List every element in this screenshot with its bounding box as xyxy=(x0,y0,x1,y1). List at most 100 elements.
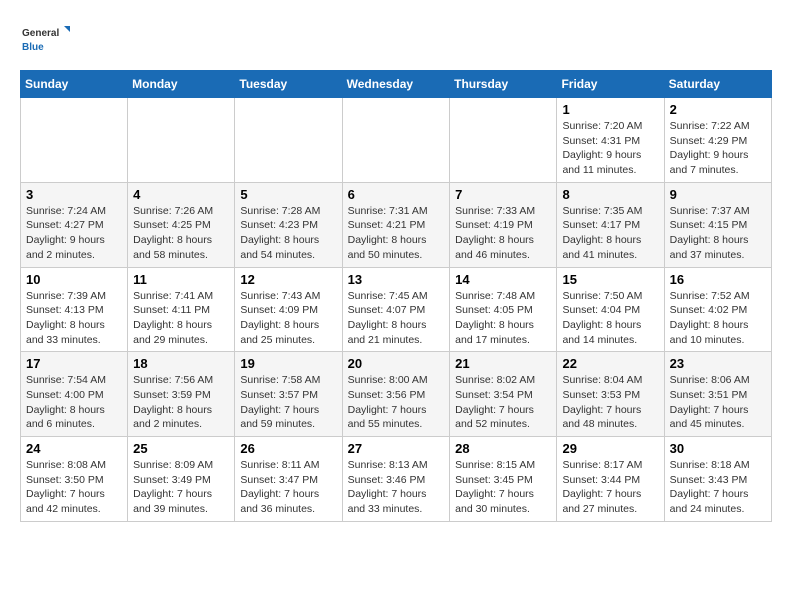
calendar-cell: 8Sunrise: 7:35 AM Sunset: 4:17 PM Daylig… xyxy=(557,182,664,267)
day-number: 28 xyxy=(455,441,551,456)
day-info: Sunrise: 7:33 AM Sunset: 4:19 PM Dayligh… xyxy=(455,204,551,263)
day-number: 12 xyxy=(240,272,336,287)
day-number: 6 xyxy=(348,187,445,202)
day-info: Sunrise: 7:28 AM Sunset: 4:23 PM Dayligh… xyxy=(240,204,336,263)
day-number: 5 xyxy=(240,187,336,202)
day-number: 14 xyxy=(455,272,551,287)
calendar-cell: 15 Sunrise: 7:50 AM Sunset: 4:04 PM Dayli… xyxy=(557,267,664,352)
calendar-week-row: 24 Sunrise: 8:08 AM Sunset: 3:50 PM Dayli… xyxy=(21,437,772,522)
calendar-cell: 18Sunrise: 7:56 AM Sunset: 3:59 PM Dayli… xyxy=(128,352,235,437)
calendar-cell: 9 Sunrise: 7:37 AM Sunset: 4:15 PM Daylig… xyxy=(664,182,771,267)
day-number: 22 xyxy=(562,356,658,371)
day-number: 17 xyxy=(26,356,122,371)
day-number: 20 xyxy=(348,356,445,371)
calendar-cell: 16Sunrise: 7:52 AM Sunset: 4:02 PM Dayli… xyxy=(664,267,771,352)
weekday-header: Sunday xyxy=(21,71,128,98)
weekday-header: Wednesday xyxy=(342,71,450,98)
day-info: Sunrise: 8:13 AM Sunset: 3:46 PM Dayligh… xyxy=(348,458,445,517)
day-number: 24 xyxy=(26,441,122,456)
weekday-header: Thursday xyxy=(450,71,557,98)
calendar-cell: 20 Sunrise: 8:00 AM Sunset: 3:56 PM Dayli… xyxy=(342,352,450,437)
day-number: 8 xyxy=(562,187,658,202)
weekday-header: Monday xyxy=(128,71,235,98)
calendar-cell: 22 Sunrise: 8:04 AM Sunset: 3:53 PM Dayli… xyxy=(557,352,664,437)
day-number: 2 xyxy=(670,102,766,117)
day-number: 27 xyxy=(348,441,445,456)
svg-text:Blue: Blue xyxy=(22,42,44,53)
day-number: 19 xyxy=(240,356,336,371)
calendar-cell: 17 Sunrise: 7:54 AM Sunset: 4:00 PM Dayli… xyxy=(21,352,128,437)
calendar-week-row: 17 Sunrise: 7:54 AM Sunset: 4:00 PM Dayli… xyxy=(21,352,772,437)
day-info: Sunrise: 7:48 AM Sunset: 4:05 PM Dayligh… xyxy=(455,289,551,348)
calendar-cell: 6 Sunrise: 7:31 AM Sunset: 4:21 PM Daylig… xyxy=(342,182,450,267)
day-number: 13 xyxy=(348,272,445,287)
logo: General Blue xyxy=(20,20,70,60)
calendar-cell: 23Sunrise: 8:06 AM Sunset: 3:51 PM Dayli… xyxy=(664,352,771,437)
weekday-header: Saturday xyxy=(664,71,771,98)
calendar-cell xyxy=(128,98,235,183)
svg-text:General: General xyxy=(22,28,59,39)
day-info: Sunrise: 7:41 AM Sunset: 4:11 PM Dayligh… xyxy=(133,289,229,348)
day-info: Sunrise: 7:54 AM Sunset: 4:00 PM Dayligh… xyxy=(26,373,122,432)
day-number: 7 xyxy=(455,187,551,202)
calendar-cell: 4Sunrise: 7:26 AM Sunset: 4:25 PM Daylig… xyxy=(128,182,235,267)
calendar-cell: 3Sunrise: 7:24 AM Sunset: 4:27 PM Daylig… xyxy=(21,182,128,267)
day-info: Sunrise: 8:09 AM Sunset: 3:49 PM Dayligh… xyxy=(133,458,229,517)
calendar-cell: 28 Sunrise: 8:15 AM Sunset: 3:45 PM Dayli… xyxy=(450,437,557,522)
day-number: 9 xyxy=(670,187,766,202)
calendar-cell: 11 Sunrise: 7:41 AM Sunset: 4:11 PM Dayli… xyxy=(128,267,235,352)
calendar-cell: 1Sunrise: 7:20 AM Sunset: 4:31 PM Daylig… xyxy=(557,98,664,183)
day-info: Sunrise: 8:15 AM Sunset: 3:45 PM Dayligh… xyxy=(455,458,551,517)
calendar-cell xyxy=(21,98,128,183)
day-number: 3 xyxy=(26,187,122,202)
calendar-cell: 5 Sunrise: 7:28 AM Sunset: 4:23 PM Daylig… xyxy=(235,182,342,267)
calendar-cell: 27 Sunrise: 8:13 AM Sunset: 3:46 PM Dayli… xyxy=(342,437,450,522)
calendar-week-row: 3Sunrise: 7:24 AM Sunset: 4:27 PM Daylig… xyxy=(21,182,772,267)
calendar-cell: 21 Sunrise: 8:02 AM Sunset: 3:54 PM Dayli… xyxy=(450,352,557,437)
calendar-cell xyxy=(342,98,450,183)
day-info: Sunrise: 7:43 AM Sunset: 4:09 PM Dayligh… xyxy=(240,289,336,348)
day-number: 26 xyxy=(240,441,336,456)
day-info: Sunrise: 7:58 AM Sunset: 3:57 PM Dayligh… xyxy=(240,373,336,432)
day-info: Sunrise: 8:17 AM Sunset: 3:44 PM Dayligh… xyxy=(562,458,658,517)
day-number: 18 xyxy=(133,356,229,371)
day-number: 10 xyxy=(26,272,122,287)
day-info: Sunrise: 7:39 AM Sunset: 4:13 PM Dayligh… xyxy=(26,289,122,348)
day-info: Sunrise: 7:22 AM Sunset: 4:29 PM Dayligh… xyxy=(670,119,766,178)
calendar-header-row: SundayMondayTuesdayWednesdayThursdayFrid… xyxy=(21,71,772,98)
logo-svg: General Blue xyxy=(20,20,70,60)
day-info: Sunrise: 8:00 AM Sunset: 3:56 PM Dayligh… xyxy=(348,373,445,432)
day-info: Sunrise: 7:20 AM Sunset: 4:31 PM Dayligh… xyxy=(562,119,658,178)
calendar-cell xyxy=(450,98,557,183)
calendar-cell xyxy=(235,98,342,183)
calendar-cell: 2 Sunrise: 7:22 AM Sunset: 4:29 PM Daylig… xyxy=(664,98,771,183)
day-info: Sunrise: 8:08 AM Sunset: 3:50 PM Dayligh… xyxy=(26,458,122,517)
calendar-cell: 26 Sunrise: 8:11 AM Sunset: 3:47 PM Dayli… xyxy=(235,437,342,522)
day-info: Sunrise: 7:37 AM Sunset: 4:15 PM Dayligh… xyxy=(670,204,766,263)
weekday-header: Friday xyxy=(557,71,664,98)
page-header: General Blue xyxy=(20,20,772,60)
day-number: 21 xyxy=(455,356,551,371)
day-info: Sunrise: 7:50 AM Sunset: 4:04 PM Dayligh… xyxy=(562,289,658,348)
calendar-cell: 14 Sunrise: 7:48 AM Sunset: 4:05 PM Dayli… xyxy=(450,267,557,352)
day-number: 29 xyxy=(562,441,658,456)
calendar-cell: 30 Sunrise: 8:18 AM Sunset: 3:43 PM Dayli… xyxy=(664,437,771,522)
day-info: Sunrise: 7:52 AM Sunset: 4:02 PM Dayligh… xyxy=(670,289,766,348)
day-info: Sunrise: 7:26 AM Sunset: 4:25 PM Dayligh… xyxy=(133,204,229,263)
day-info: Sunrise: 7:31 AM Sunset: 4:21 PM Dayligh… xyxy=(348,204,445,263)
day-number: 30 xyxy=(670,441,766,456)
day-info: Sunrise: 7:45 AM Sunset: 4:07 PM Dayligh… xyxy=(348,289,445,348)
day-info: Sunrise: 8:02 AM Sunset: 3:54 PM Dayligh… xyxy=(455,373,551,432)
day-info: Sunrise: 8:18 AM Sunset: 3:43 PM Dayligh… xyxy=(670,458,766,517)
day-number: 11 xyxy=(133,272,229,287)
calendar-cell: 13 Sunrise: 7:45 AM Sunset: 4:07 PM Dayli… xyxy=(342,267,450,352)
day-number: 23 xyxy=(670,356,766,371)
calendar-cell: 29 Sunrise: 8:17 AM Sunset: 3:44 PM Dayli… xyxy=(557,437,664,522)
calendar-cell: 10 Sunrise: 7:39 AM Sunset: 4:13 PM Dayli… xyxy=(21,267,128,352)
day-info: Sunrise: 8:11 AM Sunset: 3:47 PM Dayligh… xyxy=(240,458,336,517)
calendar-cell: 19 Sunrise: 7:58 AM Sunset: 3:57 PM Dayli… xyxy=(235,352,342,437)
day-number: 25 xyxy=(133,441,229,456)
calendar-cell: 24 Sunrise: 8:08 AM Sunset: 3:50 PM Dayli… xyxy=(21,437,128,522)
day-info: Sunrise: 8:04 AM Sunset: 3:53 PM Dayligh… xyxy=(562,373,658,432)
day-number: 15 xyxy=(562,272,658,287)
